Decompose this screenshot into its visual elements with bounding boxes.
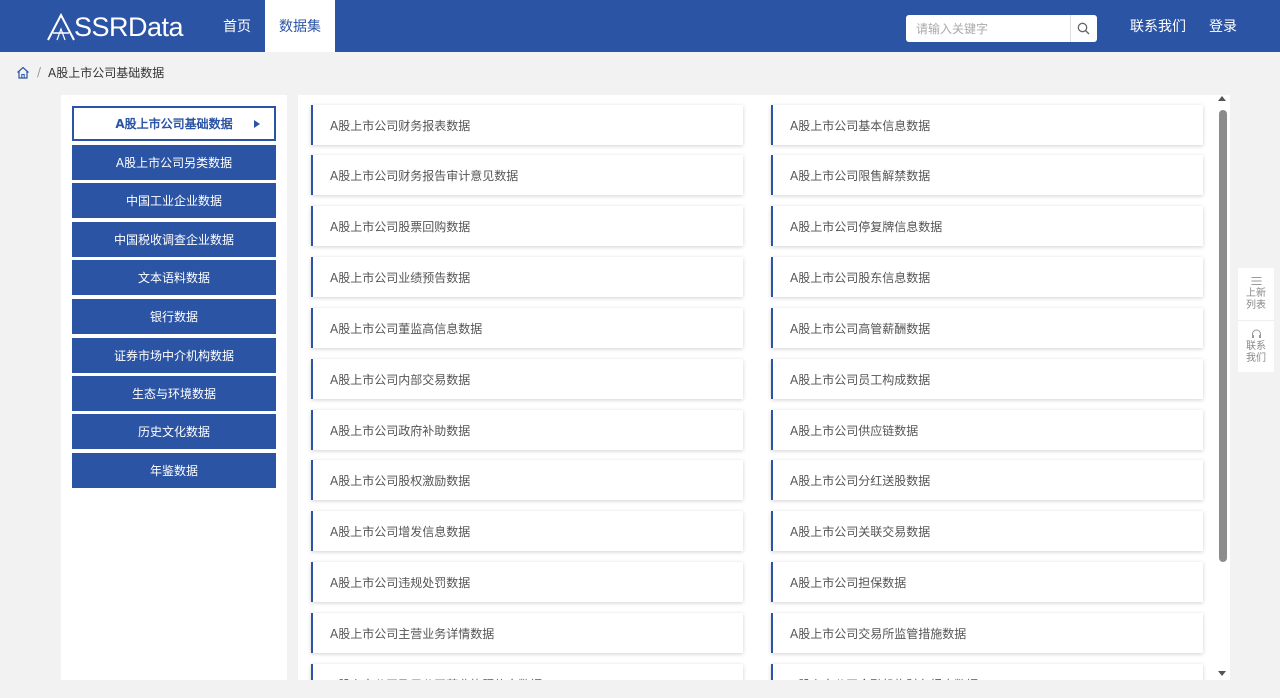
sidebar-item-history-culture[interactable]: 历史文化数据: [72, 414, 276, 449]
dataset-card[interactable]: A股上市公司违规处罚数据: [311, 562, 743, 602]
dataset-card[interactable]: A股上市公司交易所监管措施数据: [771, 613, 1203, 653]
float-contact-label-line1: 联系: [1246, 340, 1266, 352]
sidebar-item-label: 证券市场中介机构数据: [113, 349, 234, 363]
logo-text: SSRData: [74, 11, 184, 42]
category-sidebar: A股上市公司基础数据 A股上市公司另类数据 中国工业企业数据 中国税收调查企业数…: [61, 95, 287, 680]
dataset-card[interactable]: A股上市公司财务报表数据: [311, 105, 743, 145]
caret-right-icon: [254, 120, 260, 128]
main-nav: 首页 数据集: [209, 0, 335, 52]
breadcrumb: / A股上市公司基础数据: [16, 62, 164, 82]
dataset-card[interactable]: A股上市公司金融机构财务报表数据: [771, 664, 1203, 680]
sidebar-item-label: 历史文化数据: [137, 425, 210, 439]
sidebar-item-label: 中国工业企业数据: [125, 194, 222, 208]
scroll-up-arrow[interactable]: [1218, 96, 1226, 101]
login-link[interactable]: 登录: [1209, 0, 1237, 52]
dataset-card[interactable]: A股上市公司员工构成数据: [771, 359, 1203, 399]
dataset-card[interactable]: A股上市公司董监高信息数据: [311, 308, 743, 348]
float-contact-button[interactable]: 联系 我们: [1238, 320, 1274, 372]
dataset-card[interactable]: A股上市公司财务报告审计意见数据: [311, 155, 743, 195]
sidebar-item-label: 银行数据: [149, 310, 198, 324]
float-contact-label-line2: 我们: [1246, 352, 1266, 364]
top-header: SSRData 首页 数据集 联系我们 登录: [0, 0, 1280, 52]
new-list-label-line1: 上新: [1246, 288, 1266, 299]
nav-datasets[interactable]: 数据集: [265, 0, 335, 52]
search-input[interactable]: [906, 15, 1070, 42]
headset-icon: [1251, 329, 1261, 338]
dataset-card[interactable]: A股上市公司股权激励数据: [311, 460, 743, 500]
dataset-card[interactable]: A股上市公司供应链数据: [771, 410, 1203, 450]
sidebar-item-label: 年鉴数据: [149, 464, 198, 478]
site-logo[interactable]: SSRData: [46, 11, 184, 42]
breadcrumb-separator: /: [37, 65, 42, 79]
logo-a-icon: [47, 12, 75, 41]
sidebar-item-industrial[interactable]: 中国工业企业数据: [72, 183, 276, 218]
search-button[interactable]: [1070, 15, 1096, 42]
dataset-card[interactable]: A股上市公司内部交易数据: [311, 359, 743, 399]
dataset-card[interactable]: A股上市公司及子公司营业执照信息数据: [311, 664, 743, 680]
scrollbar-thumb[interactable]: [1219, 110, 1227, 562]
dataset-card[interactable]: A股上市公司停复牌信息数据: [771, 206, 1203, 246]
floating-toolbar: 上新 列表 联系 我们: [1238, 268, 1274, 372]
list-icon: [1251, 277, 1261, 285]
sidebar-item-securities-intermediary[interactable]: 证券市场中介机构数据: [72, 338, 276, 373]
sidebar-item-text-corpus[interactable]: 文本语料数据: [72, 260, 276, 295]
sidebar-item-a-share-alt[interactable]: A股上市公司另类数据: [72, 145, 276, 180]
dataset-card[interactable]: A股上市公司政府补助数据: [311, 410, 743, 450]
sidebar-item-label: 生态与环境数据: [131, 387, 216, 401]
sidebar-item-label: 中国税收调查企业数据: [113, 233, 234, 247]
contact-us-link[interactable]: 联系我们: [1130, 0, 1186, 52]
search-icon: [1077, 22, 1090, 35]
dataset-card[interactable]: A股上市公司关联交易数据: [771, 511, 1203, 551]
sidebar-item-a-share-basic[interactable]: A股上市公司基础数据: [72, 106, 276, 141]
sidebar-item-tax-survey[interactable]: 中国税收调查企业数据: [72, 222, 276, 257]
new-list-label-line2: 列表: [1246, 300, 1266, 311]
sidebar-item-label: A股上市公司基础数据: [115, 117, 233, 131]
sidebar-item-label: A股上市公司另类数据: [115, 156, 233, 170]
dataset-card[interactable]: A股上市公司限售解禁数据: [771, 155, 1203, 195]
dataset-grid: A股上市公司财务报表数据 A股上市公司基本信息数据 A股上市公司财务报告审计意见…: [298, 95, 1230, 680]
breadcrumb-current: A股上市公司基础数据: [48, 65, 165, 80]
dataset-card[interactable]: A股上市公司增发信息数据: [311, 511, 743, 551]
dataset-card[interactable]: A股上市公司高管薪酬数据: [771, 308, 1203, 348]
dataset-card[interactable]: A股上市公司基本信息数据: [771, 105, 1203, 145]
dataset-card[interactable]: A股上市公司担保数据: [771, 562, 1203, 602]
sidebar-item-yearbook[interactable]: 年鉴数据: [72, 453, 276, 488]
new-list-button[interactable]: 上新 列表: [1238, 268, 1274, 320]
nav-home[interactable]: 首页: [209, 0, 265, 52]
sidebar-item-label: 文本语料数据: [137, 271, 210, 285]
dataset-card[interactable]: A股上市公司分红送股数据: [771, 460, 1203, 500]
sidebar-item-bank[interactable]: 银行数据: [72, 299, 276, 334]
sidebar-item-ecology[interactable]: 生态与环境数据: [72, 376, 276, 411]
search-box: [906, 15, 1097, 42]
dataset-card[interactable]: A股上市公司股东信息数据: [771, 257, 1203, 297]
home-icon[interactable]: [16, 66, 30, 79]
dataset-card[interactable]: A股上市公司业绩预告数据: [311, 257, 743, 297]
dataset-card[interactable]: A股上市公司主营业务详情数据: [311, 613, 743, 653]
scroll-down-arrow[interactable]: [1218, 671, 1226, 676]
dataset-card[interactable]: A股上市公司股票回购数据: [311, 206, 743, 246]
